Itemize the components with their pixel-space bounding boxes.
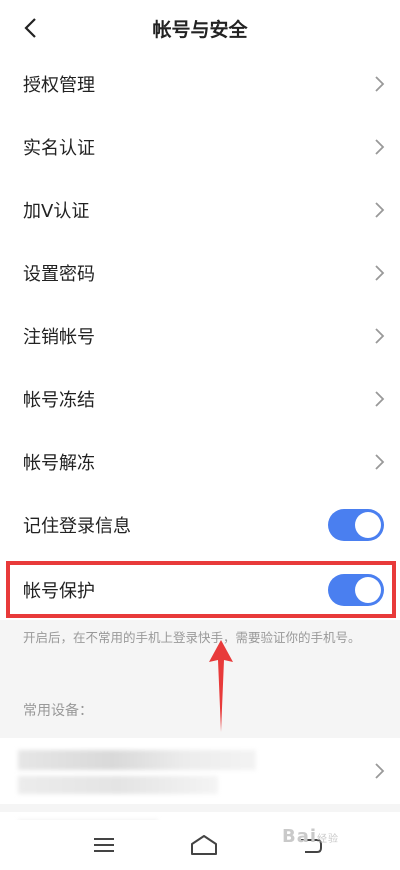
devices-section-title: 常用设备： [23,703,93,719]
watermark: Bai经验 [282,826,339,847]
home-icon[interactable] [189,832,219,858]
remember-login-row: 记住登录信息 [0,493,400,556]
menu-item-real-name[interactable]: 实名认证 [0,115,400,178]
menu-item-verify-v[interactable]: 加V认证 [0,178,400,241]
chevron-left-icon [24,18,36,38]
menu-item-delete-account[interactable]: 注销帐号 [0,304,400,367]
menu-item-label: 帐号冻结 [23,389,95,411]
menu-item-label: 帐号解冻 [23,452,95,474]
chevron-right-icon [375,453,385,470]
menu-item-freeze-account[interactable]: 帐号冻结 [0,367,400,430]
chevron-right-icon [375,201,385,218]
account-protection-label: 帐号保护 [23,580,95,602]
blurred-device-name [18,750,256,770]
back-button[interactable] [16,14,44,42]
chevron-right-icon [375,763,385,779]
account-protection-toggle[interactable] [328,573,384,606]
toggle-knob [355,576,381,603]
menu-item-label: 注销帐号 [23,326,95,348]
watermark-sub: 经验 [317,834,340,845]
toggle-knob [355,511,381,538]
menu-item-authorization[interactable]: 授权管理 [0,52,400,115]
chevron-right-icon [375,75,385,92]
menu-item-label: 授权管理 [23,74,95,96]
remember-login-label: 记住登录信息 [23,515,131,537]
chevron-right-icon [375,138,385,155]
protection-hint-text: 开启后，在不常用的手机上登录快手，需要验证你的手机号。 [23,630,361,645]
menu-item-unfreeze-account[interactable]: 帐号解冻 [0,430,400,493]
watermark-brand: Bai [282,826,318,847]
chevron-right-icon [375,264,385,281]
menu-item-label: 实名认证 [23,137,95,159]
menu-item-label: 加V认证 [23,200,90,222]
menu-item-label: 设置密码 [23,263,95,285]
menu-icon[interactable] [90,832,120,858]
blurred-device-info [18,776,218,794]
chevron-right-icon [375,390,385,407]
header-bar: 帐号与安全 [0,0,400,56]
arrow-up-annotation [209,640,233,732]
account-protection-row: 帐号保护 [0,558,400,621]
system-nav-bar [0,820,400,870]
page-title: 帐号与安全 [152,18,248,41]
remember-login-toggle[interactable] [328,508,384,541]
divider [0,804,400,812]
menu-item-set-password[interactable]: 设置密码 [0,241,400,304]
device-item[interactable] [0,738,400,804]
chevron-right-icon [375,327,385,344]
